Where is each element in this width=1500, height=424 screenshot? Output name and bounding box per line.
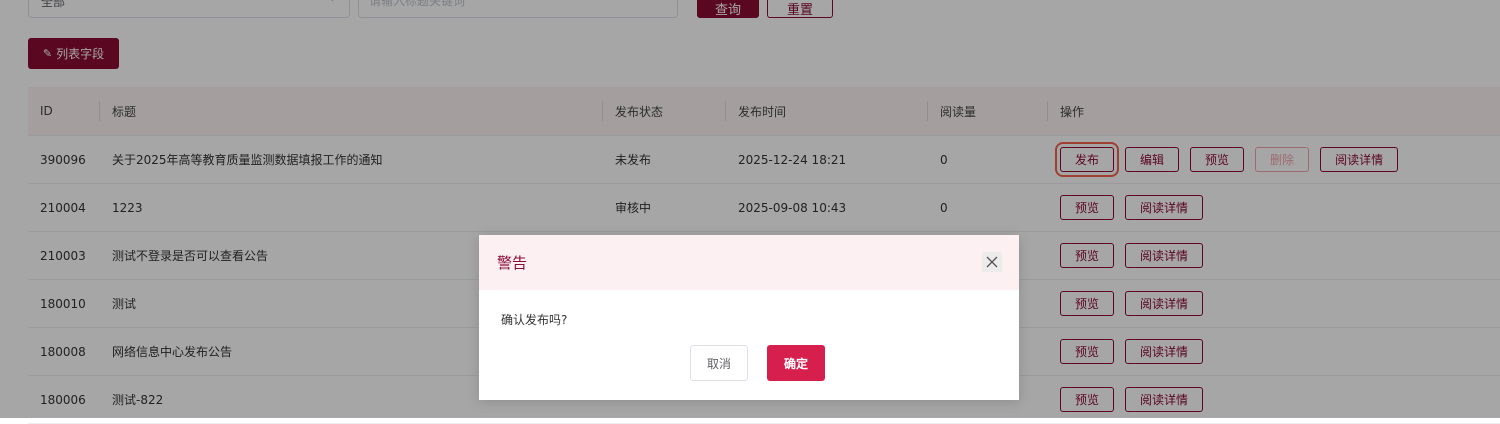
dialog-message: 确认发布吗? bbox=[501, 313, 568, 327]
dialog-header: 警告 bbox=[479, 235, 1019, 290]
confirm-button[interactable]: 确定 bbox=[767, 345, 825, 381]
dialog-title: 警告 bbox=[497, 254, 528, 272]
cancel-button[interactable]: 取消 bbox=[690, 345, 748, 381]
notice-management-page: 全部 ⌄ 查询 重置 ✎ 列表字段 ID 标题 发布状态 发布时间 阅读量 操作… bbox=[0, 0, 1500, 424]
close-icon[interactable] bbox=[982, 252, 1002, 272]
confirm-dialog: 警告 确认发布吗? 取消 确定 bbox=[479, 235, 1019, 400]
